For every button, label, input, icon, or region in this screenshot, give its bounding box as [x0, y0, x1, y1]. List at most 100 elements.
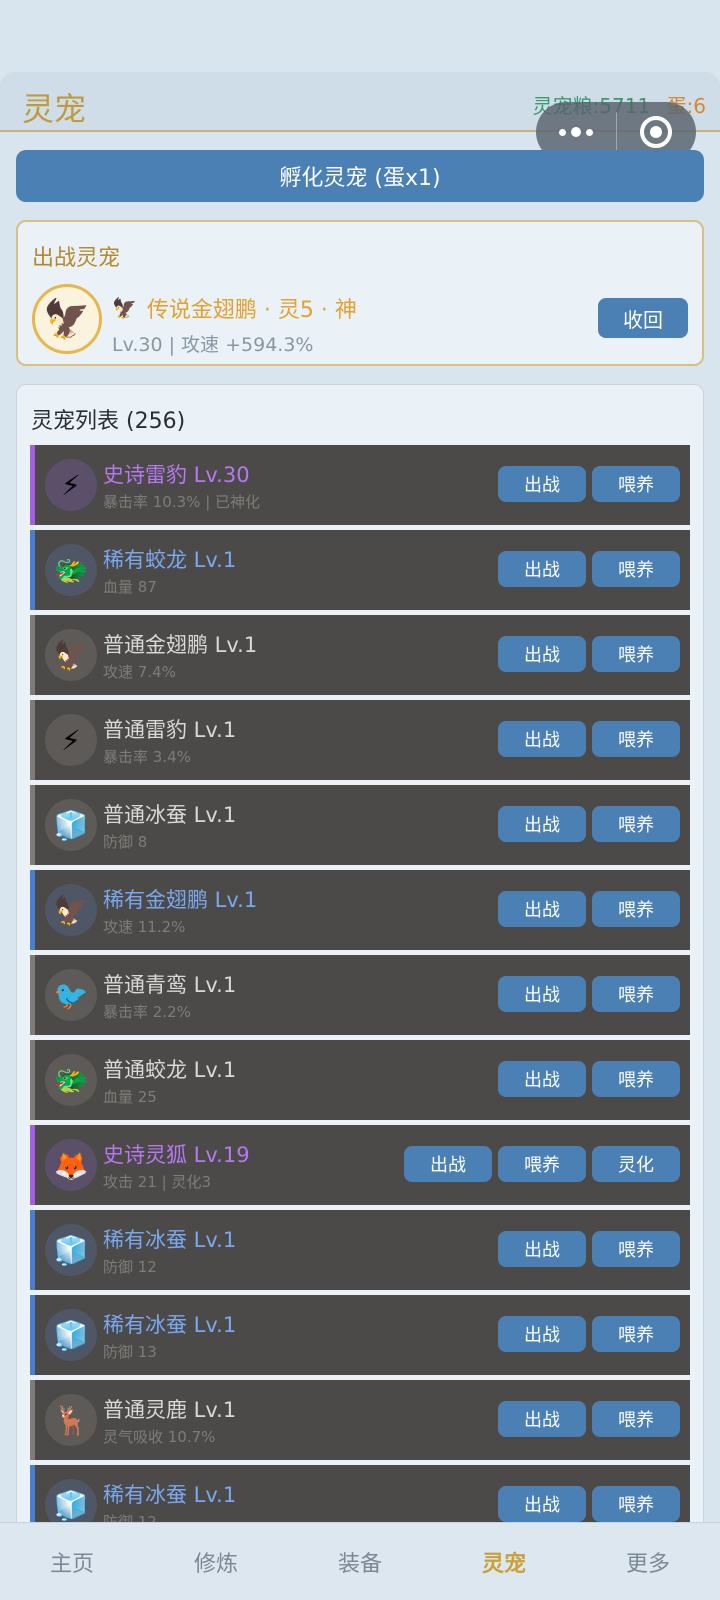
- pet-actions: 出战 喂养: [498, 976, 680, 1012]
- ice-cube-icon: 🧊: [53, 808, 89, 842]
- pet-row[interactable]: 🧊 普通冰蚕 Lv.1 防御 8 出战 喂养: [30, 785, 690, 865]
- pet-name: 普通金翅鹏 Lv.1: [103, 633, 258, 657]
- pet-name: 普通蛟龙 Lv.1: [103, 1058, 237, 1082]
- pet-action-button[interactable]: 喂养: [592, 1486, 680, 1522]
- pet-action-button[interactable]: 喂养: [592, 636, 680, 672]
- deer-icon: 🦌: [53, 1403, 89, 1437]
- pet-action-button[interactable]: 出战: [498, 1316, 586, 1352]
- eagle-icon: 🦅: [53, 893, 89, 927]
- pet-avatar: 🦌: [45, 1394, 97, 1446]
- pet-list-title: 灵宠列表 (256): [31, 409, 186, 434]
- pet-action-button[interactable]: 喂养: [592, 891, 680, 927]
- pet-actions: 出战 喂养: [498, 1401, 680, 1437]
- pet-name: 稀有蛟龙 Lv.1: [103, 548, 237, 572]
- pet-row[interactable]: 🦌 普通灵鹿 Lv.1 灵气吸收 10.7% 出战 喂养: [30, 1380, 690, 1460]
- nav-item[interactable]: 灵宠: [432, 1523, 576, 1600]
- pet-action-button[interactable]: 喂养: [592, 1231, 680, 1267]
- active-pet-stats: Lv.30 | 攻速 +594.3%: [112, 334, 314, 356]
- pet-action-button[interactable]: 出战: [498, 1061, 586, 1097]
- pet-action-button[interactable]: 出战: [498, 721, 586, 757]
- pet-action-button[interactable]: 喂养: [592, 1401, 680, 1437]
- pet-row[interactable]: 🐲 普通蛟龙 Lv.1 血量 25 出战 喂养: [30, 1040, 690, 1120]
- pet-action-button[interactable]: 出战: [498, 976, 586, 1012]
- nav-item[interactable]: 主页: [0, 1523, 144, 1600]
- pet-row[interactable]: 🐦 普通青鸾 Lv.1 暴击率 2.2% 出战 喂养: [30, 955, 690, 1035]
- pet-stat: 防御 12: [103, 1258, 157, 1276]
- pet-action-button[interactable]: 出战: [498, 891, 586, 927]
- pet-name: 史诗雷豹 Lv.30: [103, 463, 250, 487]
- pet-action-button[interactable]: 灵化: [592, 1146, 680, 1182]
- active-pet-panel: 出战灵宠 🦅 🦅 传说金翅鹏 · 灵5 · 神 Lv.30 | 攻速 +594.…: [16, 220, 704, 366]
- pet-action-button[interactable]: 喂养: [592, 466, 680, 502]
- pet-stat: 暴击率 10.3% | 已神化: [103, 493, 261, 511]
- pet-action-button[interactable]: 出战: [498, 806, 586, 842]
- pet-name: 稀有冰蚕 Lv.1: [103, 1313, 237, 1337]
- bottom-nav: 主页 修炼 装备 灵宠 更多: [0, 1522, 720, 1600]
- pet-row[interactable]: 🦊 史诗灵狐 Lv.19 攻击 21 | 灵化3 出战 喂养 灵化: [30, 1125, 690, 1205]
- pet-action-button[interactable]: 出战: [498, 1231, 586, 1267]
- pet-action-button[interactable]: 喂养: [592, 806, 680, 842]
- pet-name: 稀有冰蚕 Lv.1: [103, 1483, 237, 1507]
- pet-avatar: 🧊: [45, 799, 97, 851]
- pet-action-button[interactable]: 喂养: [498, 1146, 586, 1182]
- pet-row[interactable]: ⚡ 普通雷豹 Lv.1 暴击率 3.4% 出战 喂养: [30, 700, 690, 780]
- ice-cube-icon: 🧊: [53, 1233, 89, 1267]
- pet-name: 稀有冰蚕 Lv.1: [103, 1228, 237, 1252]
- lightning-icon: ⚡: [61, 468, 81, 502]
- pet-actions: 出战 喂养: [498, 1231, 680, 1267]
- pet-name: 普通冰蚕 Lv.1: [103, 803, 237, 827]
- pet-row[interactable]: 🐲 稀有蛟龙 Lv.1 血量 87 出战 喂养: [30, 530, 690, 610]
- pet-avatar: 🐲: [45, 544, 97, 596]
- recall-button[interactable]: 收回: [598, 298, 688, 338]
- eagle-icon: 🦅: [112, 296, 137, 320]
- pet-row[interactable]: 🧊 稀有冰蚕 Lv.1 防御 13 出战 喂养: [30, 1295, 690, 1375]
- pet-action-button[interactable]: 出战: [404, 1146, 492, 1182]
- pet-action-button[interactable]: 喂养: [592, 976, 680, 1012]
- nav-item[interactable]: 修炼: [144, 1523, 288, 1600]
- pet-actions: 出战 喂养: [498, 721, 680, 757]
- pet-avatar: 🐲: [45, 1054, 97, 1106]
- pet-row[interactable]: ⚡ 史诗雷豹 Lv.30 暴击率 10.3% | 已神化 出战 喂养: [30, 445, 690, 525]
- pet-list[interactable]: ⚡ 史诗雷豹 Lv.30 暴击率 10.3% | 已神化 出战 喂养 🐲 稀有蛟龙…: [30, 445, 690, 1550]
- fox-icon: 🦊: [53, 1148, 89, 1182]
- pet-action-button[interactable]: 出战: [498, 551, 586, 587]
- pet-row[interactable]: 🦅 普通金翅鹏 Lv.1 攻速 7.4% 出战 喂养: [30, 615, 690, 695]
- pet-actions: 出战 喂养: [498, 636, 680, 672]
- pet-actions: 出战 喂养: [498, 806, 680, 842]
- pet-actions: 出战 喂养 灵化: [404, 1146, 680, 1182]
- pet-name: 稀有金翅鹏 Lv.1: [103, 888, 258, 912]
- red-bird-icon: 🐦: [53, 978, 89, 1012]
- pet-name: 史诗灵狐 Lv.19: [103, 1143, 250, 1167]
- lightning-icon: ⚡: [61, 723, 81, 757]
- pet-avatar: 🦊: [45, 1139, 97, 1191]
- ice-cube-icon: 🧊: [53, 1318, 89, 1352]
- nav-item[interactable]: 更多: [576, 1523, 720, 1600]
- pet-avatar: ⚡: [45, 459, 97, 511]
- pet-action-button[interactable]: 出战: [498, 636, 586, 672]
- pet-action-button[interactable]: 喂养: [592, 551, 680, 587]
- pet-row[interactable]: 🧊 稀有冰蚕 Lv.1 防御 12 出战喂养: [30, 1210, 690, 1290]
- pet-page: 灵宠 灵宠粮:5711 蛋:6 孵化灵宠 (蛋x1) 出战灵宠 🦅 🦅 传说金翅…: [0, 0, 720, 1600]
- pet-avatar: ⚡: [45, 714, 97, 766]
- pet-action-button[interactable]: 喂养: [592, 1316, 680, 1352]
- pet-action-button[interactable]: 喂养: [592, 721, 680, 757]
- pet-stat: 攻速 7.4%: [103, 663, 176, 681]
- pet-action-button[interactable]: 出战: [498, 1401, 586, 1437]
- pet-avatar: 🧊: [45, 1309, 97, 1361]
- pet-actions: 出战 喂养: [498, 891, 680, 927]
- hatch-pet-button[interactable]: 孵化灵宠 (蛋x1): [16, 150, 704, 202]
- dragon-icon: 🐲: [53, 1063, 89, 1097]
- pet-action-button[interactable]: 出战: [498, 1486, 586, 1522]
- pet-row[interactable]: 🦅 稀有金翅鹏 Lv.1 攻速 11.2% 出战 喂养: [30, 870, 690, 950]
- pet-stat: 防御 8: [103, 833, 148, 851]
- pet-stat: 暴击率 3.4%: [103, 748, 191, 766]
- pet-actions: 出战 喂养: [498, 1061, 680, 1097]
- pet-stat: 防御 13: [103, 1343, 157, 1361]
- pet-name: 普通灵鹿 Lv.1: [103, 1398, 237, 1422]
- pet-action-button[interactable]: 出战: [498, 466, 586, 502]
- pet-actions: 出战 喂养: [498, 1316, 680, 1352]
- pet-stat: 攻速 11.2%: [103, 918, 186, 936]
- pet-action-button[interactable]: 喂养: [592, 1061, 680, 1097]
- nav-item[interactable]: 装备: [288, 1523, 432, 1600]
- pet-actions: 出战 喂养: [498, 1486, 680, 1522]
